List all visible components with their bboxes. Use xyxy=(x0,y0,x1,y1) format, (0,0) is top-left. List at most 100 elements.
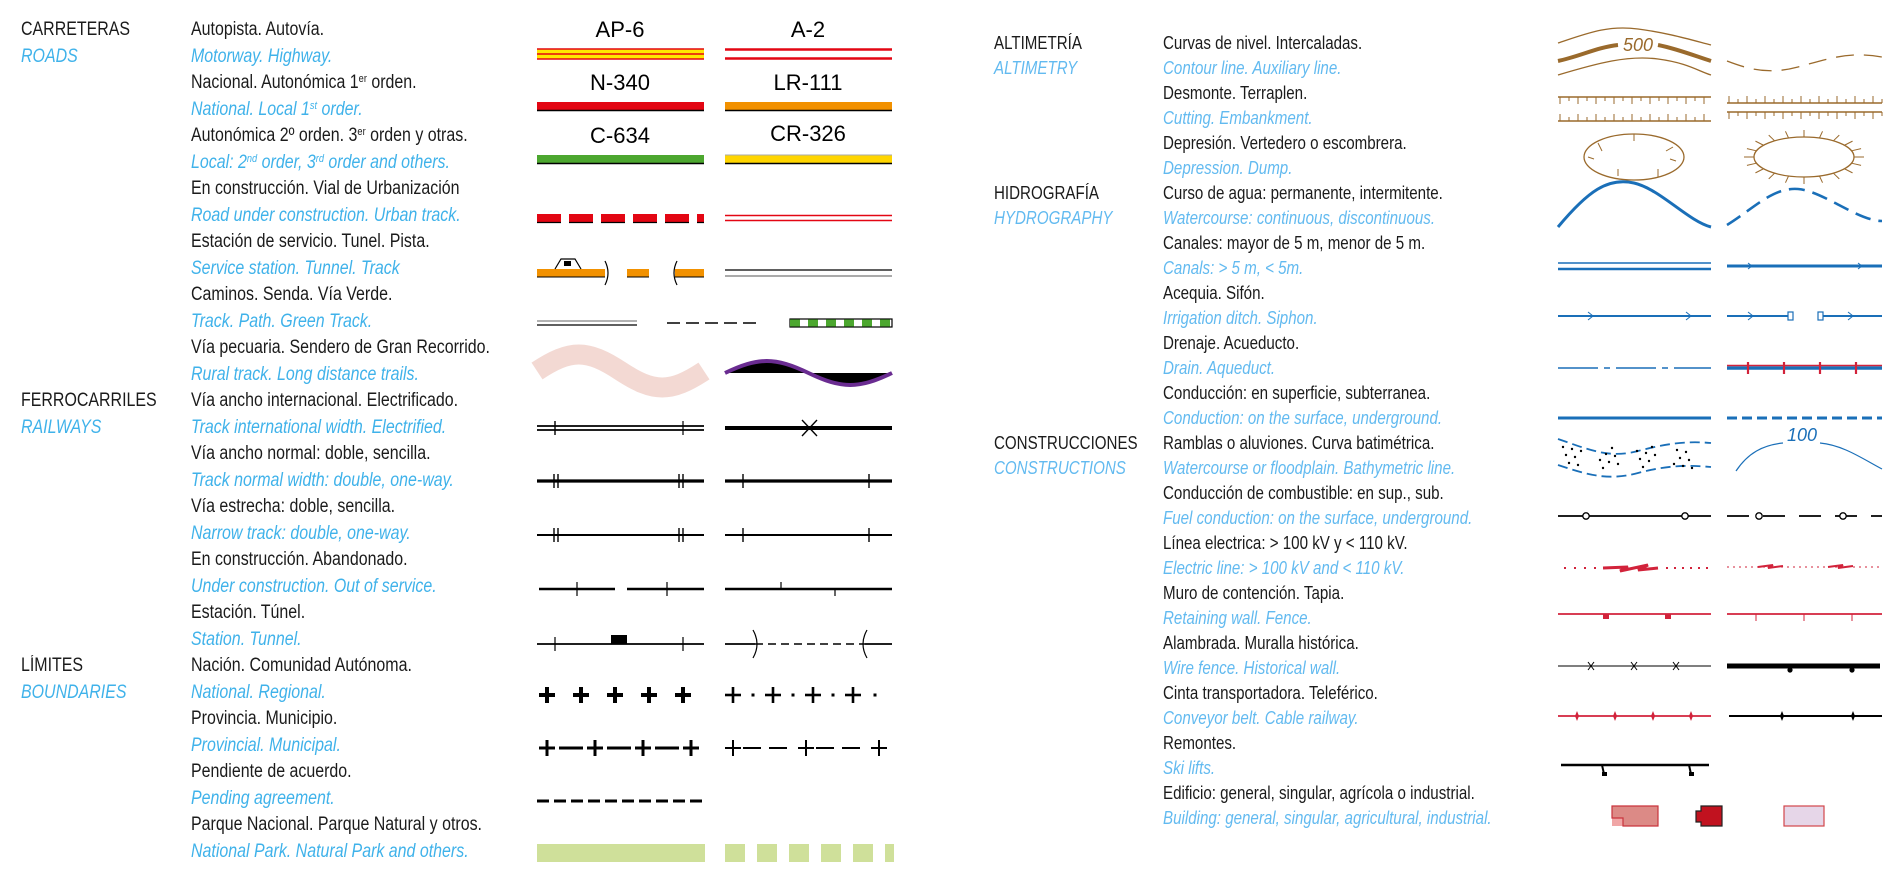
category-title: HIDROGRAFÍA xyxy=(994,183,1100,203)
item-description: Conducción de combustible: en sup., sub. xyxy=(1163,481,1444,506)
text-segment: Under construction. Out of service. xyxy=(191,575,437,597)
line-mark xyxy=(1851,148,1862,152)
station-square xyxy=(611,635,627,644)
floodplain-dot xyxy=(1644,451,1648,455)
item-description-english: Canals: > 5 m, < 5m. xyxy=(1163,256,1303,281)
item-description: Nacional. Autonómica 1er orden. xyxy=(191,70,417,96)
category-title: CARRETERAS xyxy=(21,19,131,40)
boundary-dot xyxy=(831,693,835,697)
line-mark xyxy=(1746,162,1757,166)
rail-international-symbol xyxy=(537,419,892,437)
conveyor-node xyxy=(1575,711,1579,721)
fuel-node xyxy=(1755,512,1763,520)
item-description: Drenaje. Acueducto. xyxy=(1163,331,1299,356)
text-segment: Conveyor belt. Cable railway. xyxy=(1163,708,1359,728)
text-segment: Nacional. Autonómica 1 xyxy=(191,72,359,93)
line-mark xyxy=(1746,148,1757,152)
category-title-english: BOUNDARIES xyxy=(21,681,127,703)
line-mark xyxy=(1755,140,1764,146)
item-description-english: Drain. Aqueduct. xyxy=(1163,356,1275,381)
floodplain-dot xyxy=(1678,456,1682,460)
local-road-line xyxy=(725,102,892,110)
buildings-symbol xyxy=(1611,805,1825,827)
text-segment: orden y otras. xyxy=(365,125,468,146)
item-description: Caminos. Senda. Vía Verde. xyxy=(191,282,392,308)
text-segment: Remontes. xyxy=(1163,733,1237,753)
text-segment: Línea electrica: > 100 kV y < 110 kV. xyxy=(1163,533,1408,553)
rail-narrow-symbol xyxy=(537,528,892,542)
text-segment: National. Local 1 xyxy=(191,98,310,120)
wall-dot xyxy=(1787,667,1793,673)
text-segment: order. xyxy=(317,98,363,120)
text-segment: Cinta transportadora. Teleférico. xyxy=(1163,683,1378,703)
irrigation-siphon-symbol xyxy=(1558,311,1882,321)
line-mark xyxy=(1669,158,1677,162)
text-segment: Provincia. Municipio. xyxy=(191,708,338,729)
depression-dump-symbol xyxy=(1583,130,1864,184)
item-description: Vía ancho normal: doble, sencilla. xyxy=(191,441,431,467)
floodplain-dot xyxy=(1635,449,1639,453)
text-segment: Conducción de combustible: en sup., sub. xyxy=(1163,483,1444,503)
text-segment: Retaining wall. Fence. xyxy=(1163,608,1312,628)
floodplain-dot xyxy=(1610,446,1614,450)
floodplain-dot xyxy=(1564,453,1568,457)
floodplain-bathymetric-symbol: 100 xyxy=(1557,425,1883,478)
item-description-english: Irrigation ditch. Siphon. xyxy=(1163,306,1318,331)
symbol-label: LR-111 xyxy=(774,70,843,95)
electric-zigzag xyxy=(1827,564,1854,569)
text-segment: National. Regional. xyxy=(191,681,326,703)
text-segment: Conducción: en superficie, subterranea. xyxy=(1163,383,1431,403)
local-road-2nd-line xyxy=(537,155,704,163)
item-description: Muro de contención. Tapia. xyxy=(1163,581,1344,606)
boundary-dot xyxy=(873,693,877,697)
text-segment: Conduction: on the surface, underground. xyxy=(1163,408,1443,428)
text-segment: Autopista. Autovía. xyxy=(191,19,325,40)
wall-block xyxy=(1665,614,1671,619)
item-description-english: Cutting. Embankment. xyxy=(1163,106,1313,131)
text-segment: Service station. Tunnel. Track xyxy=(191,257,400,279)
rail-construction-symbol xyxy=(539,582,892,596)
cable-node xyxy=(1851,711,1855,721)
conveyor-node xyxy=(1613,711,1617,721)
boundary-provincial-municipal-symbol xyxy=(539,740,887,756)
floodplain-dot xyxy=(1601,466,1605,470)
floodplain-dot xyxy=(1579,449,1583,453)
motorway-highway-symbol: AP-6 A-2 xyxy=(537,17,892,60)
text-segment: Ski lifts. xyxy=(1163,758,1216,778)
long-distance-trail-line xyxy=(724,359,893,387)
text-segment: Drenaje. Acueducto. xyxy=(1163,333,1300,353)
electric-line-symbol xyxy=(1564,563,1882,573)
floodplain-dot xyxy=(1647,459,1651,463)
wall-block xyxy=(1603,614,1609,619)
rail-station-tunnel-symbol xyxy=(537,629,892,659)
text-segment: Pendiente de acuerdo. xyxy=(191,761,352,782)
item-description-english: Service station. Tunnel. Track xyxy=(191,256,400,282)
floodplain-dot xyxy=(1604,452,1608,456)
item-description-english: Conduction: on the surface, underground. xyxy=(1163,406,1442,431)
item-description: Vía ancho internacional. Electrificado. xyxy=(191,388,458,414)
text-segment: Vía ancho normal: doble, sencilla. xyxy=(191,443,431,464)
item-description-english: Building: general, singular, agricultura… xyxy=(1163,806,1492,831)
text-segment: Fuel conduction: on the surface, undergr… xyxy=(1163,508,1473,528)
electric-zigzag xyxy=(1757,564,1784,569)
category-title-english: HYDROGRAPHY xyxy=(994,208,1113,228)
floodplain-edge xyxy=(1557,464,1712,478)
category-title-english: CONSTRUCTIONS xyxy=(994,458,1126,478)
wire-fence-wall-symbol xyxy=(1558,661,1880,673)
line-mark xyxy=(1844,140,1853,146)
item-description-english: Electric line: > 100 kV and < 110 kV. xyxy=(1163,556,1405,581)
text-segment: En construcción. Vial de Urbanización xyxy=(191,178,460,199)
floodplain-dot xyxy=(1570,447,1574,451)
item-description-english: Contour line. Auxiliary line. xyxy=(1163,56,1341,81)
boundary-national-regional-symbol xyxy=(539,687,877,703)
floodplain-dot xyxy=(1687,458,1691,462)
green-track-line xyxy=(789,318,893,328)
text-segment: Desmonte. Terraplen. xyxy=(1163,83,1308,103)
natural-park-area xyxy=(853,844,873,862)
electric-zigzag xyxy=(1602,563,1659,573)
item-description: En construcción. Abandonado. xyxy=(191,547,408,573)
line-mark xyxy=(1587,156,1595,160)
item-description: Alambrada. Muralla histórica. xyxy=(1163,631,1359,656)
line-mark xyxy=(1785,131,1790,139)
item-description-english: Ski lifts. xyxy=(1163,756,1215,781)
